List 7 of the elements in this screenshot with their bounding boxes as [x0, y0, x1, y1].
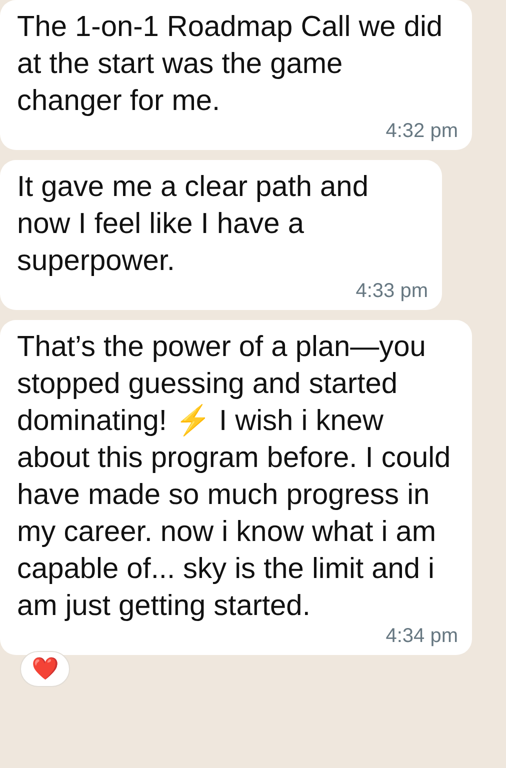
message-text: The 1-on-1 Roadmap Call we did at the start was the game changer for me.	[17, 10, 444, 119]
message-time: 4:33 pm	[356, 280, 428, 302]
message-text: That’s the power of a plan—you stopped guessing and started dominating! ⚡ I wish i knew about this program before. I could have made so much progress in my career. now i know what i am capable of... sky is the limit and i am just getting started.	[17, 330, 452, 624]
message-text: It gave me a clear path and now I feel like I have a superpower.	[17, 170, 370, 279]
reaction-badge[interactable]: ❤	[20, 651, 70, 687]
message-time: 4:34 pm	[386, 625, 458, 647]
message-time: 4:32 pm	[386, 120, 458, 142]
